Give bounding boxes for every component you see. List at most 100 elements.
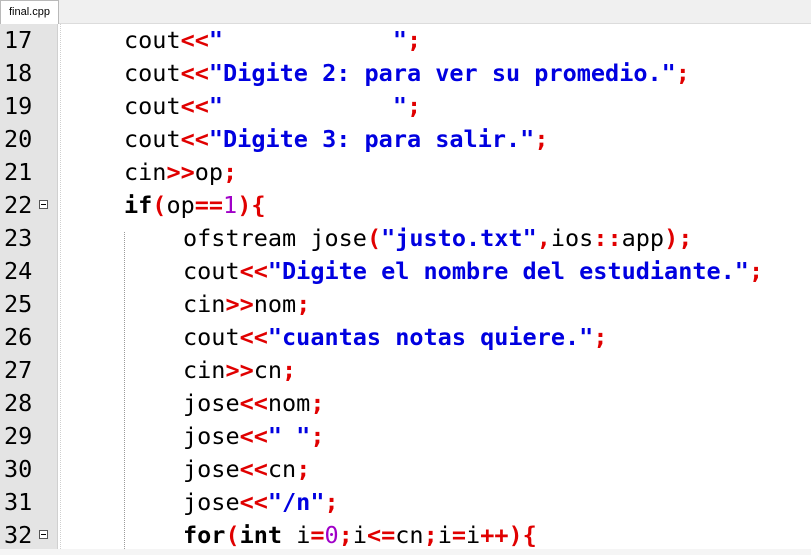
code-token: op (166, 191, 195, 219)
code-line[interactable]: 30 jose<<cn; (0, 453, 811, 486)
code-token: i (282, 521, 311, 549)
code-token: >> (166, 158, 195, 186)
fold-toggle-icon[interactable] (39, 530, 48, 539)
code-token: i (437, 521, 452, 549)
code-token: i (352, 521, 367, 549)
code-token: ; (534, 125, 549, 153)
code-token: << (239, 389, 268, 417)
code-token: cn (395, 521, 424, 549)
line-number: 27 (4, 356, 33, 384)
code-token: :: (593, 224, 622, 252)
tab-final-cpp[interactable]: final.cpp (0, 0, 59, 24)
code-token: nom (267, 389, 311, 417)
code-token: cn (253, 356, 283, 384)
code-token: ); (664, 224, 693, 252)
code-text: jose<<"/n"; (183, 486, 339, 519)
code-token: >> (225, 290, 254, 318)
code-line[interactable]: 18 cout<<"Digite 2: para ver su promedio.… (0, 57, 811, 90)
code-token: cout (183, 257, 240, 285)
code-text: cin>>nom; (183, 288, 310, 321)
code-token: << (239, 422, 268, 450)
line-number: 20 (4, 125, 33, 153)
code-line[interactable]: 19 cout<<" "; (0, 90, 811, 123)
code-token: jose (183, 488, 240, 516)
code-token: 0 (324, 521, 339, 549)
code-token: "cuantas notas quiere." (267, 323, 594, 351)
code-line[interactable]: 31 jose<<"/n"; (0, 486, 811, 519)
line-number: 29 (4, 422, 33, 450)
code-token: << (239, 455, 268, 483)
line-number: 25 (4, 290, 33, 318)
code-token: cin (124, 158, 167, 186)
code-line[interactable]: 28 jose<<nom; (0, 387, 811, 420)
code-token: cout (183, 323, 240, 351)
line-number: 19 (4, 92, 33, 120)
code-token: << (180, 92, 209, 120)
code-token: << (239, 488, 268, 516)
fold-toggle-icon[interactable] (39, 200, 48, 209)
code-token: "Digite 2: para ver su promedio." (208, 59, 676, 87)
code-token: "Digite el nombre del estudiante." (267, 257, 749, 285)
code-token: ; (296, 290, 311, 318)
code-line[interactable]: 21 cin>>op; (0, 156, 811, 189)
code-text: cout<<"Digite el nombre del estudiante."… (183, 255, 763, 288)
code-token: ios (550, 224, 594, 252)
code-token: jose (183, 389, 240, 417)
code-token: = (310, 521, 325, 549)
code-token: ; (748, 257, 764, 285)
code-token: "/n" (267, 488, 325, 516)
code-text: cout<<"Digite 2: para ver su promedio."; (124, 57, 690, 90)
code-token: nom (253, 290, 297, 318)
code-token: ( (152, 191, 167, 219)
code-text: ofstream jose("justo.txt",ios::app); (183, 222, 692, 255)
code-text: if(op==1){ (124, 189, 266, 222)
code-text: jose<<cn; (183, 453, 310, 486)
code-token: , (536, 224, 551, 252)
code-line[interactable]: 24 cout<<"Digite el nombre del estudiante… (0, 255, 811, 288)
code-text: cout<<" "; (124, 90, 421, 123)
code-line[interactable]: 26 cout<<"cuantas notas quiere."; (0, 321, 811, 354)
line-number: 32 (4, 521, 33, 549)
code-token: << (239, 257, 268, 285)
code-token: cin (183, 356, 226, 384)
code-line[interactable]: 32 for(int i=0;i<=cn;i=i++){ (0, 519, 811, 552)
line-number: 21 (4, 158, 33, 186)
code-line[interactable]: 25 cin>>nom; (0, 288, 811, 321)
code-line[interactable]: 20 cout<<"Digite 3: para salir."; (0, 123, 811, 156)
code-token: ; (406, 92, 422, 120)
code-token: << (180, 59, 209, 87)
tab-bar: final.cpp (0, 0, 811, 24)
code-token: if (124, 191, 153, 219)
code-token: 1 (223, 191, 238, 219)
code-token: app (621, 224, 665, 252)
line-number: 23 (4, 224, 33, 252)
code-line[interactable]: 23 ofstream jose("justo.txt",ios::app); (0, 222, 811, 255)
code-token: ; (310, 422, 325, 450)
code-token: jose (183, 422, 240, 450)
code-token: int (239, 521, 283, 549)
line-number: 31 (4, 488, 33, 516)
code-token: == (194, 191, 224, 219)
code-token: ; (296, 455, 311, 483)
line-number: 18 (4, 59, 33, 87)
line-number: 22 (4, 191, 33, 219)
code-token: ; (324, 488, 339, 516)
code-line[interactable]: 29 jose<<" "; (0, 420, 811, 453)
line-number: 17 (4, 26, 33, 54)
code-token: cout (124, 59, 181, 87)
code-line[interactable]: 22 if(op==1){ (0, 189, 811, 222)
code-token: for (183, 521, 226, 549)
code-token: ; (282, 356, 297, 384)
code-line[interactable]: 17 cout<<" "; (0, 24, 811, 57)
code-editor[interactable]: 17 cout<<" "; 18 cout<<"Digite 2: para ver … (0, 24, 811, 555)
line-number: 26 (4, 323, 33, 351)
code-token: ; (423, 521, 438, 549)
code-token: cout (124, 125, 181, 153)
code-text: cin>>cn; (183, 354, 296, 387)
code-token: >> (225, 356, 254, 384)
code-token: cout (124, 92, 181, 120)
line-number: 24 (4, 257, 33, 285)
code-line[interactable]: 27 cin>>cn; (0, 354, 811, 387)
code-token: jose (183, 455, 240, 483)
horizontal-scrollbar[interactable] (0, 549, 811, 555)
